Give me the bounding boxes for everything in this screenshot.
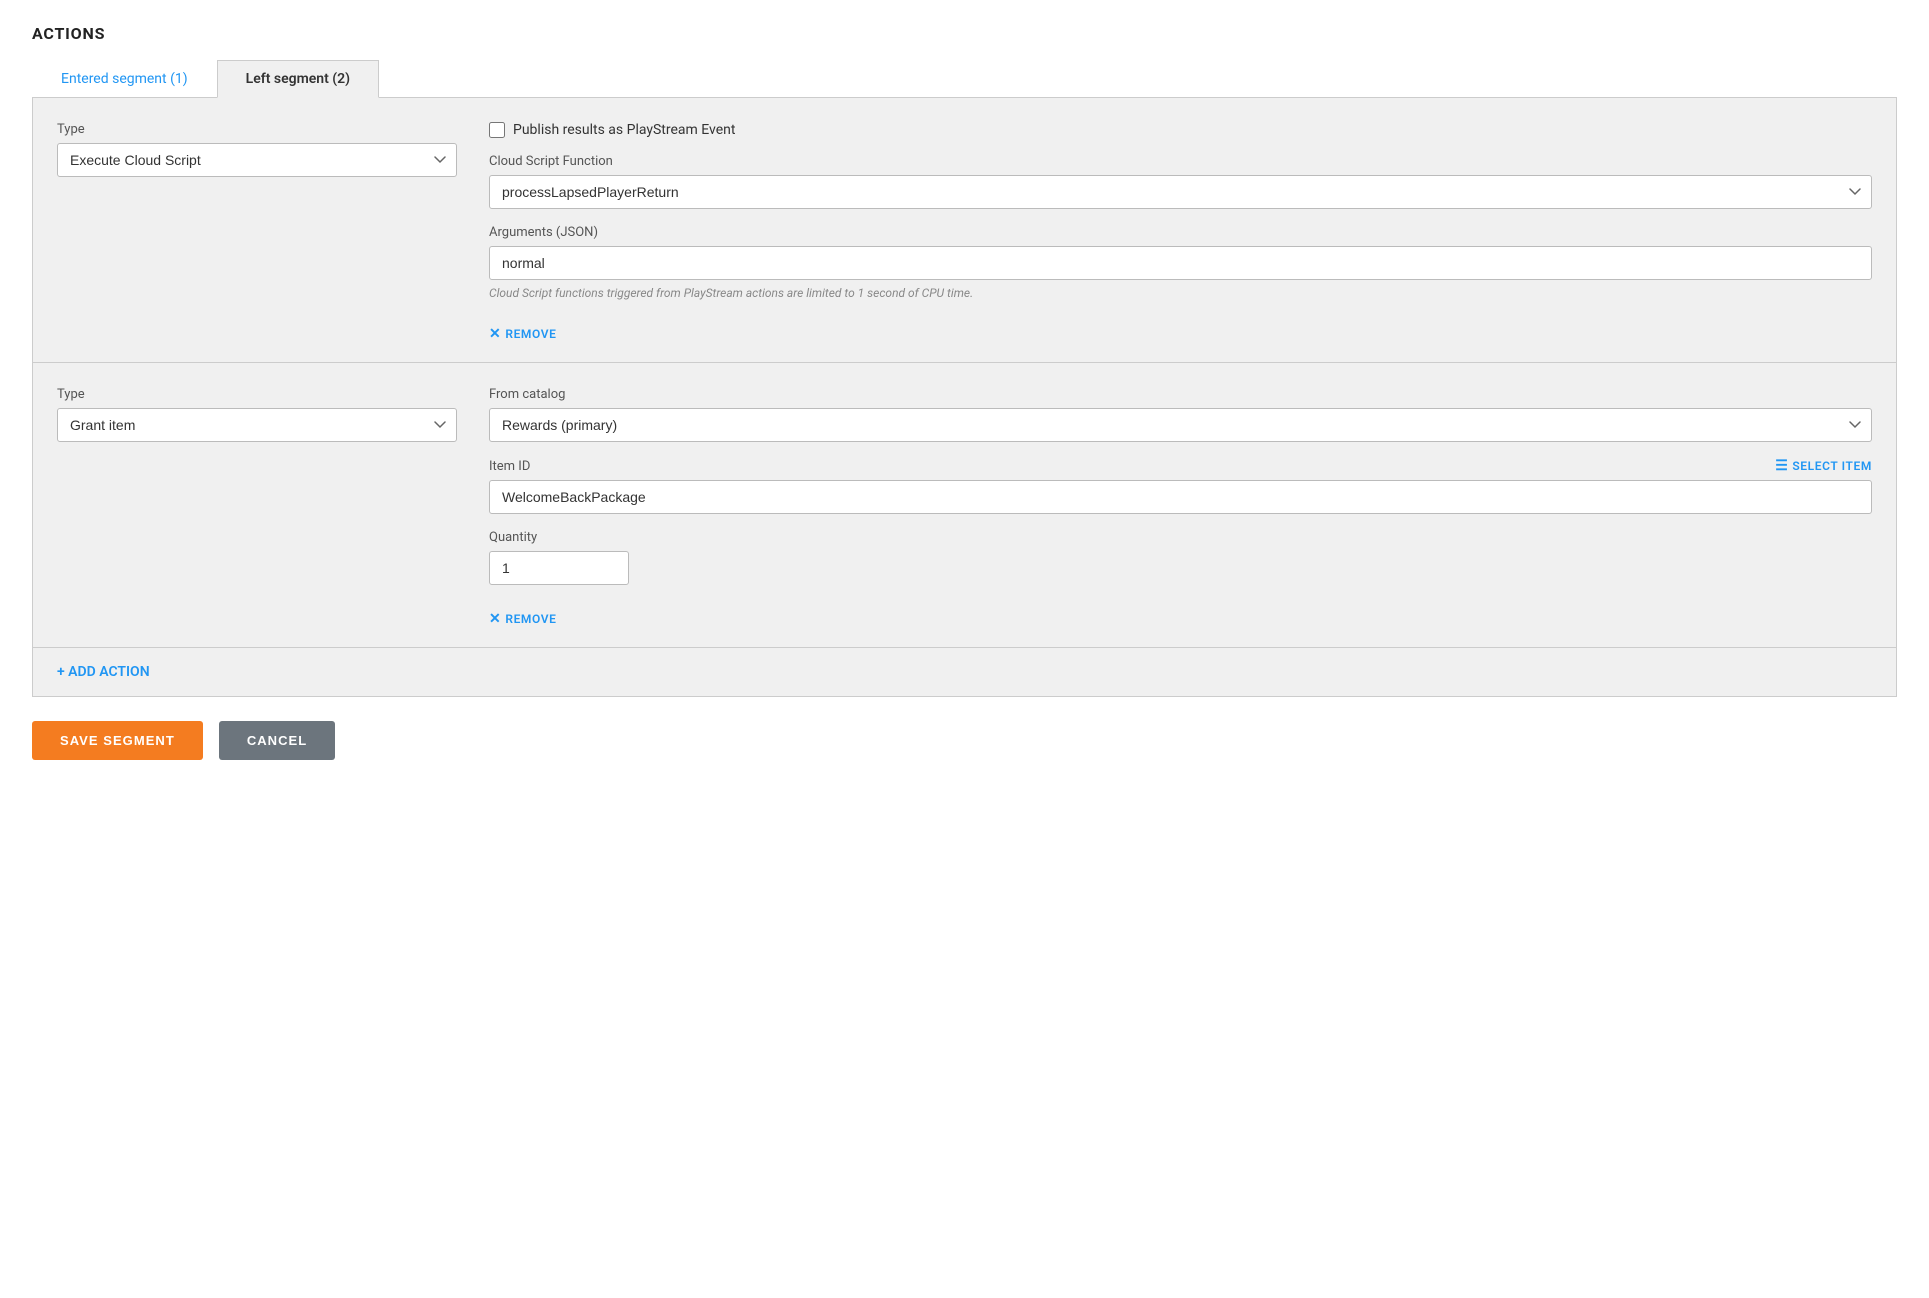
list-icon: ☰ <box>1775 458 1788 474</box>
remove-icon-1: ✕ <box>489 326 501 342</box>
content-area: Type Execute Cloud Script Publish result… <box>32 98 1897 697</box>
tab-left-segment[interactable]: Left segment (2) <box>217 60 379 98</box>
cloud-script-label: Cloud Script Function <box>489 154 1872 169</box>
from-catalog-label: From catalog <box>489 387 1872 402</box>
item-id-input[interactable] <box>489 480 1872 514</box>
action-block-1: Type Execute Cloud Script Publish result… <box>33 98 1896 363</box>
add-action-row: + ADD ACTION <box>33 648 1896 696</box>
hint-text: Cloud Script functions triggered from Pl… <box>489 286 1872 300</box>
remove-icon-2: ✕ <box>489 611 501 627</box>
quantity-input[interactable] <box>489 551 629 585</box>
cancel-button[interactable]: CANCEL <box>219 721 335 760</box>
remove-button-2[interactable]: ✕ REMOVE <box>489 611 557 627</box>
arguments-input[interactable] <box>489 246 1872 280</box>
remove-button-1[interactable]: ✕ REMOVE <box>489 326 557 342</box>
item-id-label: Item ID <box>489 459 530 474</box>
from-catalog-select[interactable]: Rewards (primary) <box>489 408 1872 442</box>
publish-label: Publish results as PlayStream Event <box>513 122 735 138</box>
arguments-label: Arguments (JSON) <box>489 225 1872 240</box>
action-block-2: Type Grant item From catalog Rewards (pr… <box>33 363 1896 648</box>
add-action-button[interactable]: + ADD ACTION <box>57 664 150 680</box>
type-select-2[interactable]: Grant item <box>57 408 457 442</box>
type-label-2: Type <box>57 387 457 402</box>
tabs-container: Entered segment (1) Left segment (2) <box>32 59 1897 98</box>
select-item-button[interactable]: ☰ SELECT ITEM <box>1775 458 1872 474</box>
quantity-label: Quantity <box>489 530 1872 545</box>
type-select-1[interactable]: Execute Cloud Script <box>57 143 457 177</box>
type-label-1: Type <box>57 122 457 137</box>
cloud-script-select[interactable]: processLapsedPlayerReturn <box>489 175 1872 209</box>
page-title: ACTIONS <box>32 24 1897 43</box>
tab-entered-segment[interactable]: Entered segment (1) <box>32 60 217 98</box>
save-segment-button[interactable]: SAVE SEGMENT <box>32 721 203 760</box>
publish-checkbox[interactable] <box>489 122 505 138</box>
publish-checkbox-row: Publish results as PlayStream Event <box>489 122 1872 138</box>
footer-buttons: SAVE SEGMENT CANCEL <box>32 697 1897 760</box>
